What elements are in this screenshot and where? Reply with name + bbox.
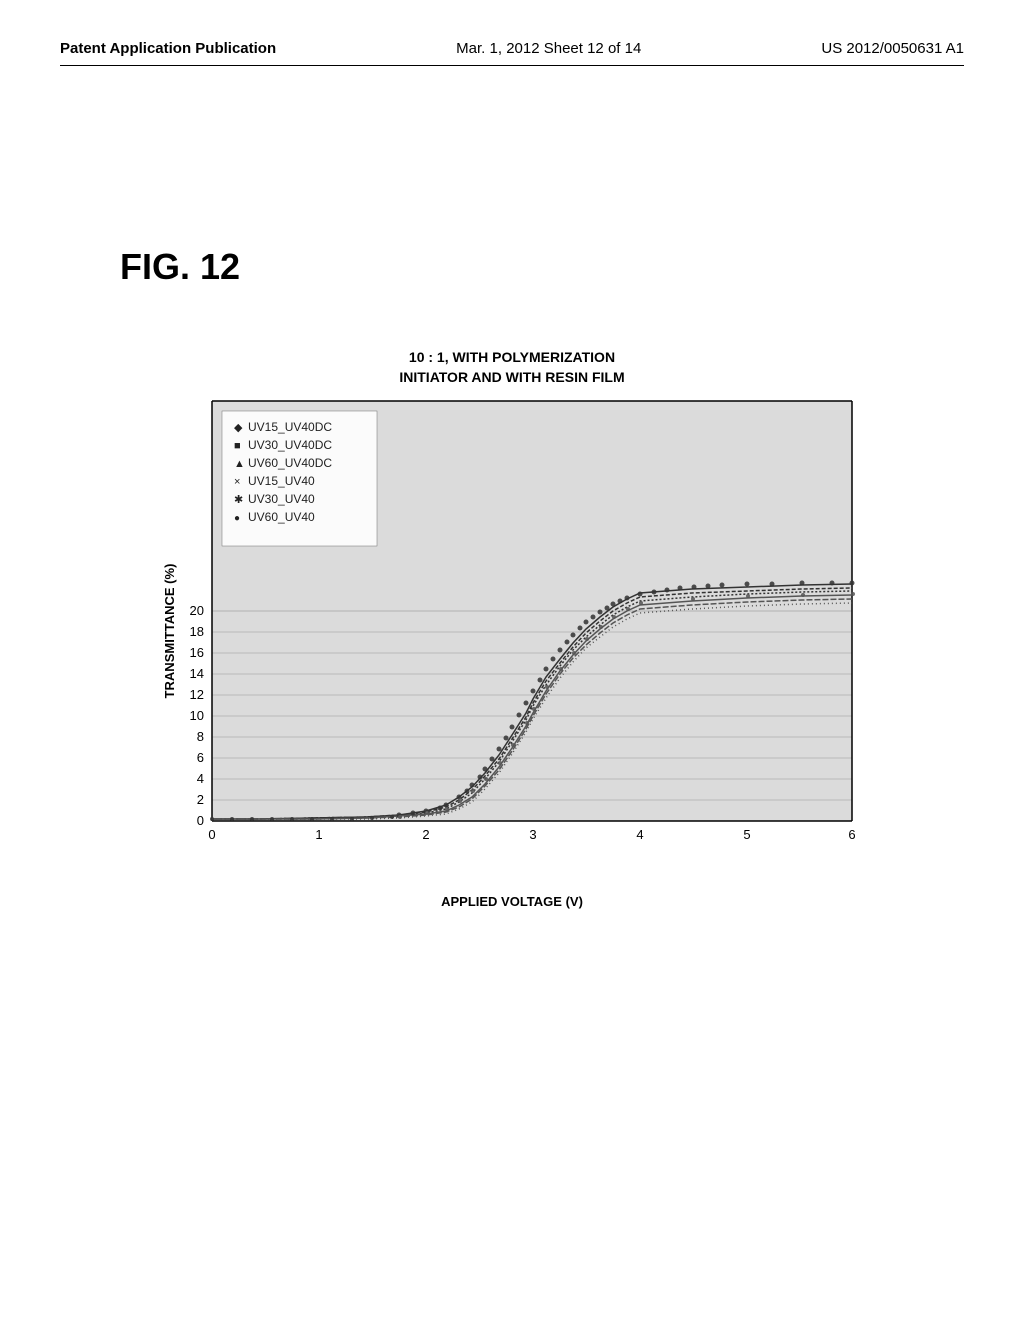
publication-label: Patent Application Publication — [60, 40, 276, 57]
svg-text:UV30_UV40DC: UV30_UV40DC — [248, 438, 332, 452]
svg-text:5: 5 — [743, 827, 750, 842]
patent-number-label: US 2012/0050631 A1 — [821, 40, 964, 57]
svg-text:UV15_UV40: UV15_UV40 — [248, 474, 315, 488]
svg-text:10: 10 — [190, 708, 204, 723]
x-axis-ticks: 0 1 2 3 4 5 6 — [208, 827, 855, 842]
svg-text:■: ■ — [234, 440, 241, 452]
page: Patent Application Publication Mar. 1, 2… — [0, 0, 1024, 1320]
chart-title: 10 : 1, WITH POLYMERIZATION INITIATOR AN… — [152, 348, 872, 387]
svg-text:4: 4 — [636, 827, 643, 842]
svg-text:UV60_UV40DC: UV60_UV40DC — [248, 456, 332, 470]
date-sheet-label: Mar. 1, 2012 Sheet 12 of 14 — [456, 40, 641, 57]
svg-text:6: 6 — [848, 827, 855, 842]
svg-text:3: 3 — [529, 827, 536, 842]
svg-text:12: 12 — [190, 687, 204, 702]
svg-text:8: 8 — [197, 729, 204, 744]
svg-text:0: 0 — [197, 813, 204, 828]
svg-text:2: 2 — [197, 792, 204, 807]
svg-text:◆: ◆ — [234, 422, 243, 434]
svg-text:14: 14 — [190, 666, 204, 681]
chart-svg: 0 2 4 6 8 10 12 14 16 18 20 0 1 — [152, 391, 872, 871]
svg-text:4: 4 — [197, 771, 204, 786]
svg-text:2: 2 — [422, 827, 429, 842]
figure-title: FIG. 12 — [120, 246, 964, 288]
svg-text:18: 18 — [190, 624, 204, 639]
svg-text:×: × — [234, 476, 240, 488]
x-axis-label: APPLIED VOLTAGE (V) — [441, 894, 583, 909]
svg-text:6: 6 — [197, 750, 204, 765]
svg-text:▲: ▲ — [234, 458, 245, 470]
chart-container: 10 : 1, WITH POLYMERIZATION INITIATOR AN… — [152, 348, 872, 871]
svg-text:UV60_UV40: UV60_UV40 — [248, 510, 315, 524]
svg-text:0: 0 — [208, 827, 215, 842]
page-header: Patent Application Publication Mar. 1, 2… — [60, 40, 964, 66]
svg-text:✱: ✱ — [234, 494, 243, 506]
svg-text:20: 20 — [190, 603, 204, 618]
svg-text:UV15_UV40DC: UV15_UV40DC — [248, 420, 332, 434]
y-axis-ticks: 0 2 4 6 8 10 12 14 16 18 20 — [190, 603, 204, 828]
svg-text:16: 16 — [190, 645, 204, 660]
svg-text:1: 1 — [315, 827, 322, 842]
chart-area: TRANSMITTANCE (%) APPLIED VOLTAGE (V) — [152, 391, 872, 871]
svg-text:UV30_UV40: UV30_UV40 — [248, 492, 315, 506]
svg-text:●: ● — [234, 513, 240, 524]
